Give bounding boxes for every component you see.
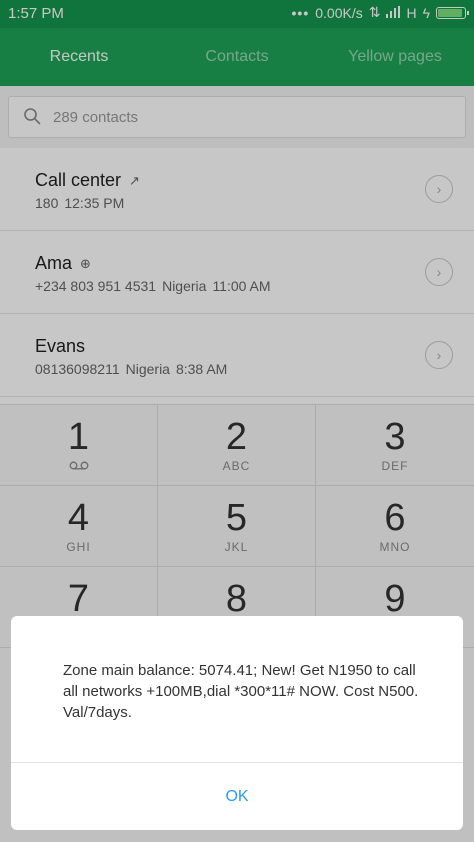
dialog-message: Zone main balance: 5074.41; New! Get N19… bbox=[63, 662, 419, 721]
ussd-dialog: Zone main balance: 5074.41; New! Get N19… bbox=[11, 616, 463, 830]
ok-button[interactable]: OK bbox=[11, 763, 463, 830]
